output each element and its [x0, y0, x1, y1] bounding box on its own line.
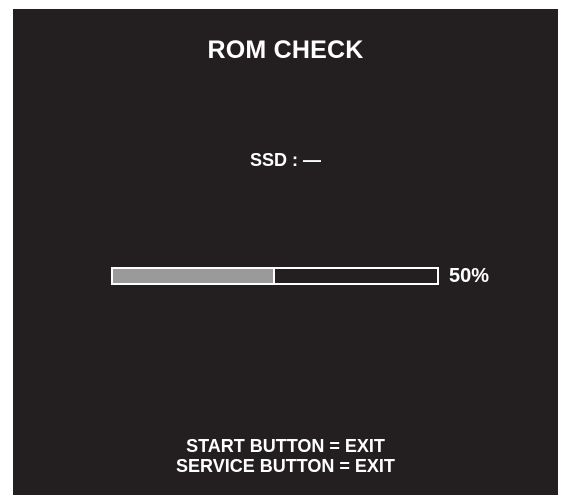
page-title: ROM CHECK: [207, 36, 364, 64]
progress-percent: 50%: [449, 265, 490, 287]
service-button-instruction: SERVICE BUTTON = EXIT: [176, 456, 395, 476]
footer-instructions: START BUTTON = EXIT SERVICE BUTTON = EXI…: [13, 436, 558, 476]
start-button-instruction: START BUTTON = EXIT: [186, 436, 385, 456]
ssd-status: SSD : —: [249, 150, 321, 170]
rom-check-screen: ROM CHECK SSD : — 50% START BUTTON = EXI…: [13, 9, 558, 495]
progress-fill: [113, 269, 275, 283]
progress-bar: [111, 267, 439, 285]
